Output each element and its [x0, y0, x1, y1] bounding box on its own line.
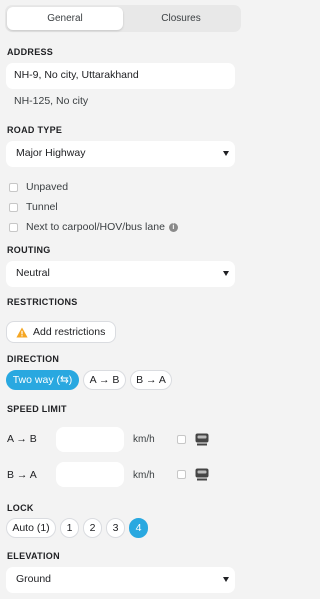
direction-label: DIRECTION	[7, 354, 60, 364]
road-type-select[interactable]: Major Highway	[6, 141, 235, 167]
speed-input-a-to-b[interactable]	[56, 427, 124, 452]
unpaved-option[interactable]: Unpaved	[9, 181, 68, 193]
routing-value: Neutral	[16, 267, 50, 279]
unpaved-checkbox[interactable]	[9, 182, 18, 192]
speed-input-b-to-a[interactable]	[56, 462, 124, 487]
info-icon[interactable]: i	[168, 222, 178, 232]
lock-level-2[interactable]: 2	[83, 518, 102, 538]
speed-verified-checkbox-a-to-b[interactable]	[177, 435, 186, 444]
address-label: ADDRESS	[7, 47, 54, 57]
add-restrictions-button[interactable]: Add restrictions	[6, 321, 116, 343]
tunnel-option[interactable]: Tunnel	[9, 201, 58, 213]
speed-direction-a-to-b: A → B	[7, 433, 37, 445]
elevation-label: ELEVATION	[7, 551, 60, 561]
tab-general[interactable]: General	[7, 7, 123, 30]
carpool-lane-label: Next to carpool/HOV/bus lane	[26, 221, 165, 233]
chevron-down-icon	[223, 151, 229, 156]
speed-camera-icon[interactable]	[195, 433, 209, 446]
alternate-street-name[interactable]: NH-125, No city	[14, 95, 88, 107]
lock-auto[interactable]: Auto (1)	[6, 518, 56, 538]
tunnel-label: Tunnel	[26, 201, 58, 213]
routing-select[interactable]: Neutral	[6, 261, 235, 287]
chevron-down-icon	[223, 577, 229, 582]
lock-label: LOCK	[7, 503, 34, 513]
restrictions-label: RESTRICTIONS	[7, 297, 78, 307]
direction-b-to-a[interactable]: B → A	[130, 370, 172, 390]
speed-unit: km/h	[133, 470, 155, 481]
tab-closures[interactable]: Closures	[123, 7, 239, 30]
road-type-label: ROAD TYPE	[7, 125, 63, 135]
elevation-select[interactable]: Ground	[6, 567, 235, 593]
warning-icon	[16, 327, 28, 337]
elevation-value: Ground	[16, 573, 52, 585]
direction-a-to-b[interactable]: A → B	[83, 370, 126, 390]
road-type-value: Major Highway	[16, 147, 86, 159]
lock-level-3[interactable]: 3	[106, 518, 125, 538]
lock-level-4[interactable]: 4	[129, 518, 148, 538]
speed-verified-checkbox-b-to-a[interactable]	[177, 470, 186, 479]
unpaved-label: Unpaved	[26, 181, 69, 193]
speed-camera-icon[interactable]	[195, 468, 209, 481]
carpool-lane-option[interactable]: Next to carpool/HOV/bus lane i	[9, 221, 178, 233]
speed-unit: km/h	[133, 434, 155, 445]
routing-label: ROUTING	[7, 245, 51, 255]
tab-bar: General Closures	[5, 5, 241, 32]
lock-level-1[interactable]: 1	[60, 518, 79, 538]
chevron-down-icon	[223, 271, 229, 276]
add-restrictions-label: Add restrictions	[33, 326, 106, 338]
speed-limit-label: SPEED LIMIT	[7, 404, 67, 414]
address-input[interactable]: NH-9, No city, Uttarakhand	[6, 63, 235, 89]
direction-two-way[interactable]: Two way (⇆)	[6, 370, 79, 390]
tunnel-checkbox[interactable]	[9, 202, 18, 212]
speed-direction-b-to-a: B → A	[7, 469, 37, 481]
carpool-lane-checkbox[interactable]	[9, 222, 18, 232]
